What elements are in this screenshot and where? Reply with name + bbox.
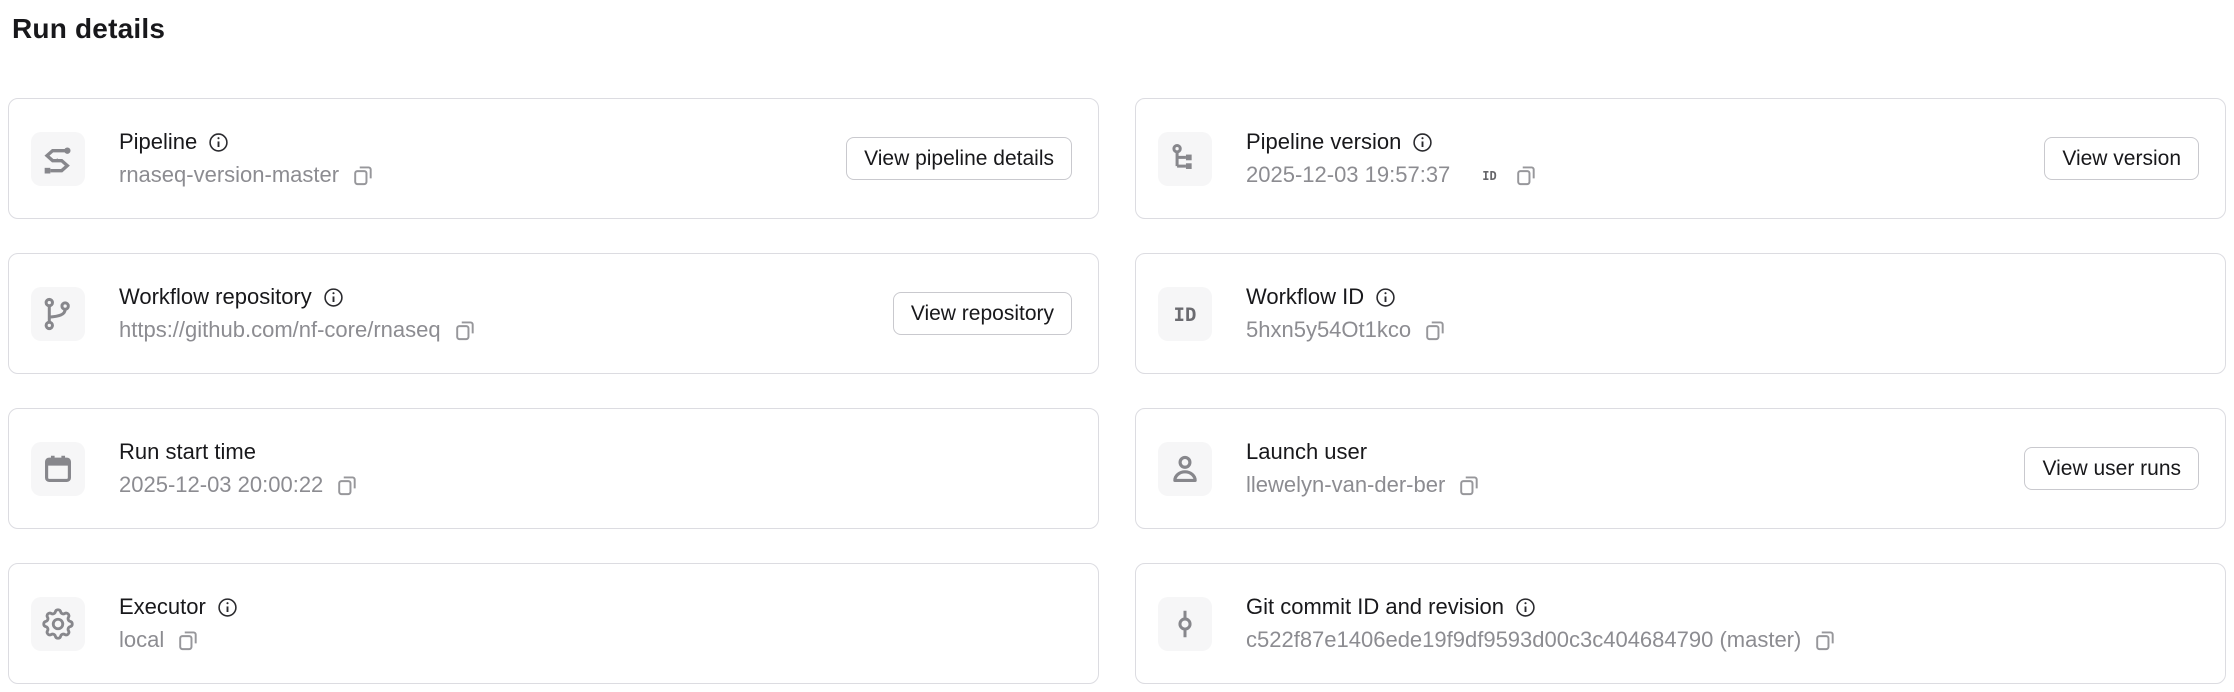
card-pipeline-version: Pipeline version 2025-12-03 19:57:37 ID … bbox=[1135, 98, 2226, 219]
executor-info-icon[interactable] bbox=[217, 597, 238, 618]
run-details-grid: Pipeline rnaseq-version-master View pipe… bbox=[8, 98, 2226, 684]
pipeline-label: Pipeline bbox=[119, 129, 197, 155]
svg-text:ID: ID bbox=[1174, 303, 1197, 325]
git-commit-info-icon[interactable] bbox=[1515, 597, 1536, 618]
card-workflow-id: ID Workflow ID 5hxn5y54Ot1kco bbox=[1135, 253, 2226, 374]
run-start-time-copy-button[interactable] bbox=[334, 472, 360, 498]
view-version-button[interactable]: View version bbox=[2044, 137, 2199, 180]
git-branch-icon bbox=[31, 287, 85, 341]
view-user-runs-button[interactable]: View user runs bbox=[2024, 447, 2199, 490]
git-commit-copy-button[interactable] bbox=[1812, 627, 1838, 653]
svg-text:ID: ID bbox=[1483, 169, 1497, 183]
card-pipeline: Pipeline rnaseq-version-master View pipe… bbox=[8, 98, 1099, 219]
git-commit-icon bbox=[1158, 597, 1212, 651]
user-icon bbox=[1158, 442, 1212, 496]
run-details-page: Run details Pipeline rnaseq-version-mast… bbox=[0, 0, 2234, 684]
launch-user-copy-button[interactable] bbox=[1456, 472, 1482, 498]
run-start-time-value: 2025-12-03 20:00:22 bbox=[119, 472, 323, 498]
executor-value: local bbox=[119, 627, 164, 653]
page-title: Run details bbox=[12, 12, 2226, 46]
pipeline-version-value: 2025-12-03 19:57:37 bbox=[1246, 162, 1450, 188]
id-icon: ID bbox=[1158, 287, 1212, 341]
launch-user-value: llewelyn-van-der-ber bbox=[1246, 472, 1445, 498]
workflow-id-value: 5hxn5y54Ot1kco bbox=[1246, 317, 1411, 343]
workflow-repository-copy-button[interactable] bbox=[452, 317, 478, 343]
card-workflow-repository: Workflow repository https://github.com/n… bbox=[8, 253, 1099, 374]
workflow-repository-label: Workflow repository bbox=[119, 284, 312, 310]
pipeline-info-icon[interactable] bbox=[208, 132, 229, 153]
card-launch-user: Launch user llewelyn-van-der-ber View us… bbox=[1135, 408, 2226, 529]
workflow-repository-value: https://github.com/nf-core/rnaseq bbox=[119, 317, 441, 343]
view-pipeline-details-button[interactable]: View pipeline details bbox=[846, 137, 1072, 180]
launch-user-label: Launch user bbox=[1246, 439, 1367, 465]
workflow-id-copy-button[interactable] bbox=[1422, 317, 1448, 343]
version-tree-icon bbox=[1158, 132, 1212, 186]
pipeline-version-label: Pipeline version bbox=[1246, 129, 1401, 155]
view-repository-button[interactable]: View repository bbox=[893, 292, 1072, 335]
card-git-commit: Git commit ID and revision c522f87e1406e… bbox=[1135, 563, 2226, 684]
pipeline-icon bbox=[31, 132, 85, 186]
id-badge-icon: ID bbox=[1477, 164, 1502, 186]
executor-label: Executor bbox=[119, 594, 206, 620]
git-commit-value: c522f87e1406ede19f9df9593d00c3c404684790… bbox=[1246, 627, 1801, 653]
workflow-repository-info-icon[interactable] bbox=[323, 287, 344, 308]
git-commit-label: Git commit ID and revision bbox=[1246, 594, 1504, 620]
gear-icon bbox=[31, 597, 85, 651]
card-run-start-time: Run start time 2025-12-03 20:00:22 bbox=[8, 408, 1099, 529]
executor-copy-button[interactable] bbox=[175, 627, 201, 653]
pipeline-copy-button[interactable] bbox=[350, 162, 376, 188]
pipeline-version-info-icon[interactable] bbox=[1412, 132, 1433, 153]
workflow-id-info-icon[interactable] bbox=[1375, 287, 1396, 308]
run-start-time-label: Run start time bbox=[119, 439, 256, 465]
pipeline-version-copy-button[interactable] bbox=[1513, 162, 1539, 188]
pipeline-value: rnaseq-version-master bbox=[119, 162, 339, 188]
workflow-id-label: Workflow ID bbox=[1246, 284, 1364, 310]
calendar-icon bbox=[31, 442, 85, 496]
card-executor: Executor local bbox=[8, 563, 1099, 684]
